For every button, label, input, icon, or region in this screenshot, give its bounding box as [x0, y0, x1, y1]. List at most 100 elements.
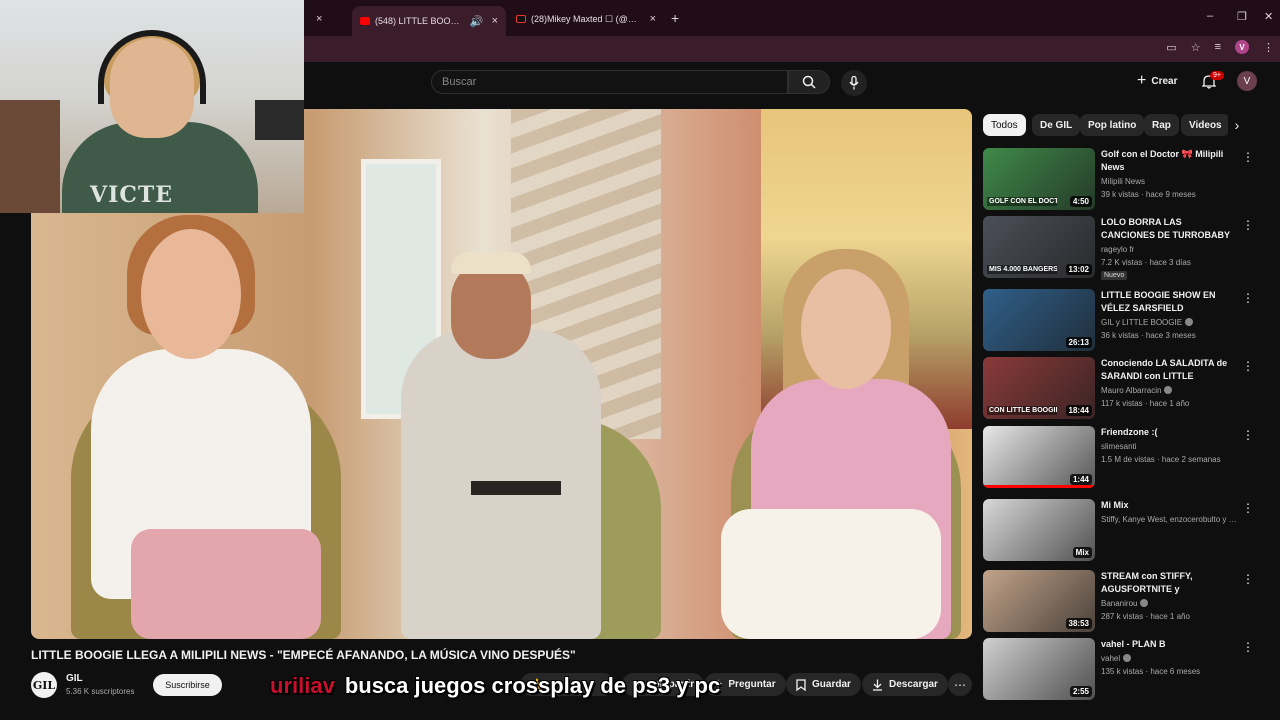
more-options-icon[interactable]: ⋮: [1242, 428, 1254, 442]
create-button[interactable]: + Crear: [1137, 73, 1177, 89]
close-tab-icon[interactable]: ×: [316, 13, 322, 25]
recommended-video-channel[interactable]: vahel: [1101, 654, 1241, 663]
recommended-video[interactable]: MIS 4.000 BANGERS... 13:02 LOLO BORRA LAS …: [983, 216, 1255, 280]
webcam-keyboard: [255, 100, 304, 140]
minimize-button[interactable]: –: [1207, 10, 1213, 22]
recommended-video[interactable]: Mix Mi Mix Stiffy, Kanye West, enzocerobul…: [983, 499, 1255, 561]
chip-de-gil[interactable]: De GIL: [1032, 114, 1081, 136]
reading-list-icon[interactable]: ≡: [1215, 41, 1221, 53]
recommended-video-title[interactable]: Mi Mix: [1101, 499, 1236, 512]
cast-icon[interactable]: ▭: [1166, 41, 1176, 54]
video-thumbnail[interactable]: MIS 4.000 BANGERS... 13:02: [983, 216, 1095, 278]
recommended-video-meta: 135 k vistas · hace 6 meses: [1101, 667, 1201, 676]
youtube-favicon-icon: [360, 17, 370, 25]
close-tab-icon[interactable]: ×: [650, 13, 656, 25]
recommended-video[interactable]: CON LITTLE BOOGIE 18:44 Conociendo LA SALA…: [983, 357, 1255, 419]
recommended-video[interactable]: 2:55 vahel - PLAN B vahel 135 k vistas · ha…: [983, 638, 1255, 700]
video-person-center-face: [451, 259, 531, 359]
browser-tab-tiktok[interactable]: (28)Mikey Maxted ☐ (@mikey ×: [508, 6, 664, 32]
close-window-button[interactable]: ✕: [1264, 10, 1273, 23]
video-thumbnail[interactable]: 38:53: [983, 570, 1095, 632]
recommended-video-channel[interactable]: Bananirou: [1101, 599, 1241, 608]
recommended-video-title[interactable]: Conociendo LA SALADITA de SARANDI con LI…: [1101, 357, 1236, 383]
bookmark-icon: [796, 678, 806, 691]
recommended-video-title[interactable]: Friendzone :(: [1101, 426, 1236, 439]
thumbnail-text: GOLF CON EL DOCTOR: [987, 197, 1057, 206]
recommended-video-title[interactable]: LITTLE BOOGIE SHOW EN VÉLEZ SARSFIELD (A…: [1101, 289, 1236, 315]
browser-tab-youtube[interactable]: (548) LITTLE BOOGIE LLEGA 🔊 ×: [352, 6, 506, 36]
video-duration: 13:02: [1065, 264, 1092, 275]
more-actions-button[interactable]: ⋯: [948, 673, 972, 696]
channel-name-text: Mauro Albarracin: [1101, 386, 1162, 395]
video-thumbnail[interactable]: 2:55: [983, 638, 1095, 700]
video-thumbnail[interactable]: 1:44: [983, 426, 1095, 488]
verified-check-icon: [1140, 599, 1149, 607]
recommended-video-channel[interactable]: rageylo fr: [1101, 245, 1241, 254]
notification-badge: 9+: [1210, 71, 1224, 80]
video-thumbnail[interactable]: CON LITTLE BOOGIE 18:44: [983, 357, 1095, 419]
recommended-video-title[interactable]: vahel - PLAN B: [1101, 638, 1236, 651]
save-button[interactable]: Guardar: [786, 673, 861, 696]
video-thumbnail[interactable]: 26:13: [983, 289, 1095, 351]
chip-rap[interactable]: Rap: [1144, 114, 1179, 136]
browser-profile-avatar[interactable]: V: [1235, 40, 1249, 54]
more-options-icon[interactable]: ⋮: [1242, 150, 1254, 164]
recommended-video-channel[interactable]: slimesanti: [1101, 442, 1241, 451]
download-icon: [873, 679, 882, 691]
recommended-video[interactable]: GOLF CON EL DOCTOR 4:50 Golf con el Doctor…: [983, 148, 1255, 210]
bookmark-star-icon[interactable]: ☆: [1191, 41, 1201, 54]
recommended-video[interactable]: 26:13 LITTLE BOOGIE SHOW EN VÉLEZ SARSFIE…: [983, 289, 1255, 351]
search-input[interactable]: Buscar: [431, 70, 788, 94]
recommended-video-meta: 36 k vistas · hace 3 meses: [1101, 331, 1196, 340]
restore-button[interactable]: ❐: [1237, 10, 1247, 23]
video-person-left-skirt: [131, 529, 321, 639]
channel-name-text: Stiffy, Kanye West, enzocerobulto y muc.…: [1101, 515, 1241, 524]
recommended-video-title[interactable]: STREAM con STIFFY, AGUSFORTNITE y TURROB…: [1101, 570, 1236, 596]
recommended-video[interactable]: 38:53 STREAM con STIFFY, AGUSFORTNITE y T…: [983, 570, 1255, 632]
video-duration: 4:50: [1069, 196, 1092, 207]
recommended-video[interactable]: 1:44 Friendzone :(slimesanti 1.5 M de vist…: [983, 426, 1255, 488]
recommended-video-channel[interactable]: Mauro Albarracin: [1101, 386, 1241, 395]
recommended-video-title[interactable]: Golf con el Doctor 🎀 Milipili News: [1101, 148, 1236, 174]
thumbnail-text: MIS 4.000 BANGERS...: [987, 265, 1057, 274]
browser-tab-hidden[interactable]: ×: [300, 6, 350, 32]
stream-chat-overlay: uriliav busca juegos crossplay de ps3 y …: [270, 673, 720, 703]
more-options-icon[interactable]: ⋮: [1242, 572, 1254, 586]
download-label: Descargar: [889, 679, 938, 690]
new-tab-button[interactable]: +: [671, 10, 679, 26]
channel-name-text: vahel: [1101, 654, 1121, 663]
search-button[interactable]: [788, 70, 830, 94]
subscriber-count: 5.36 K suscriptores: [66, 687, 135, 696]
create-label: Crear: [1151, 75, 1178, 87]
channel-name[interactable]: GIL: [66, 673, 83, 684]
plus-icon: +: [1137, 72, 1147, 89]
chip-todos[interactable]: Todos: [983, 114, 1026, 136]
chip-pop-latino[interactable]: Pop latino: [1080, 114, 1145, 136]
video-person-center-hair: [451, 252, 531, 274]
subscribe-button[interactable]: Suscribirse: [153, 674, 222, 696]
recommended-video-channel[interactable]: Stiffy, Kanye West, enzocerobulto y muc.…: [1101, 515, 1241, 524]
video-thumbnail[interactable]: GOLF CON EL DOCTOR 4:50: [983, 148, 1095, 210]
browser-menu-icon[interactable]: ⋮: [1263, 41, 1274, 54]
close-tab-icon[interactable]: ×: [492, 15, 498, 27]
channel-avatar[interactable]: GIL: [31, 672, 57, 698]
more-options-icon[interactable]: ⋮: [1242, 501, 1254, 515]
more-options-icon[interactable]: ⋮: [1242, 640, 1254, 654]
more-options-icon[interactable]: ⋮: [1242, 359, 1254, 373]
tiktok-favicon-icon: [516, 15, 526, 23]
video-title: LITTLE BOOGIE LLEGA A MILIPILI NEWS - "E…: [31, 648, 576, 662]
video-duration: 1:44: [1069, 474, 1092, 485]
more-options-icon[interactable]: ⋮: [1242, 291, 1254, 305]
recommended-video-channel[interactable]: GIL y LITTLE BOOGIE: [1101, 318, 1241, 327]
chevron-right-icon[interactable]: ›: [1228, 116, 1246, 134]
headphones-icon: [98, 30, 206, 104]
video-thumbnail[interactable]: Mix: [983, 499, 1095, 561]
voice-search-button[interactable]: [841, 70, 867, 96]
speaker-icon[interactable]: 🔊: [470, 15, 484, 28]
download-button[interactable]: Descargar: [862, 673, 948, 696]
chip-videos[interactable]: Videos: [1181, 114, 1230, 136]
more-options-icon[interactable]: ⋮: [1242, 218, 1254, 232]
account-avatar[interactable]: V: [1237, 71, 1257, 91]
recommended-video-title[interactable]: LOLO BORRA LAS CANCIONES DE TURROBABY 💀: [1101, 216, 1236, 242]
recommended-video-channel[interactable]: Milipili News: [1101, 177, 1241, 186]
